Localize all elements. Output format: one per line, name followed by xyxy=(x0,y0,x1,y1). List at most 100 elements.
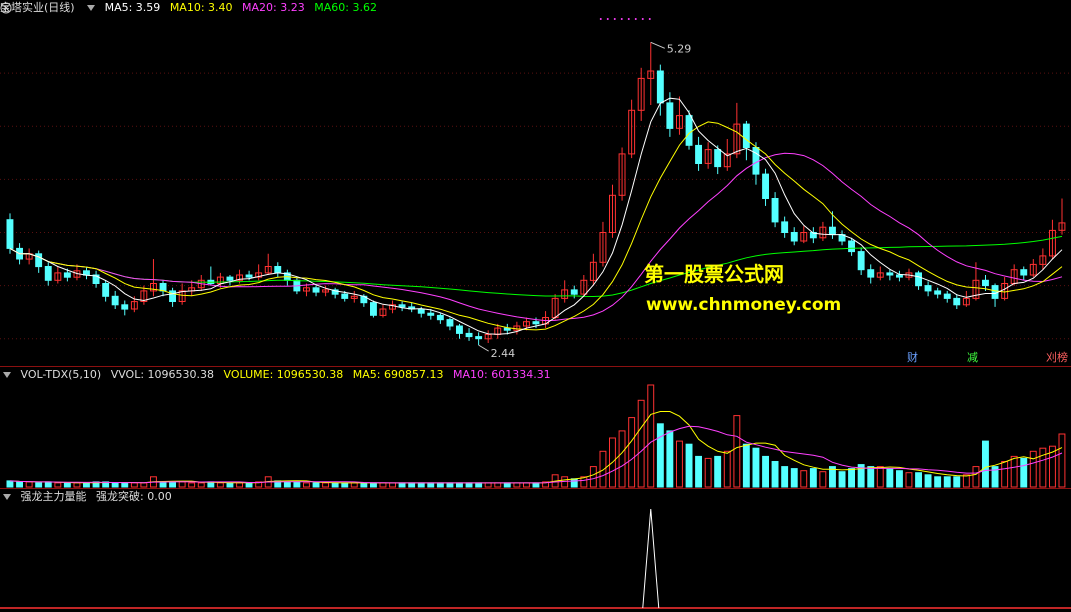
volume-bar-up xyxy=(494,482,502,488)
volume-bar-down xyxy=(790,468,798,488)
volume-bar-up xyxy=(972,466,980,488)
candle-down xyxy=(63,272,71,278)
volume-chart[interactable] xyxy=(0,367,1071,489)
volume-bar-up xyxy=(188,482,196,488)
candle-down xyxy=(685,115,693,146)
reduce-badge[interactable]: 减 xyxy=(965,351,980,365)
volume-bar-up xyxy=(513,482,521,488)
candle-down xyxy=(274,266,282,274)
candle-down xyxy=(762,173,769,200)
signal-dot xyxy=(641,18,644,20)
candle-down xyxy=(226,276,234,281)
candle-down xyxy=(159,283,167,292)
candle-down xyxy=(771,198,779,223)
candle-down xyxy=(465,332,473,338)
candle-down xyxy=(915,272,922,287)
volume-bar-up xyxy=(618,430,626,488)
volume-bar-down xyxy=(456,482,463,488)
price-chart[interactable]: 5.29 2.44 xyxy=(0,0,1071,366)
watermark-title: 第一股票公式网 xyxy=(644,262,784,286)
candle-down xyxy=(475,336,483,340)
indicator-chart[interactable] xyxy=(0,489,1071,611)
candle-down xyxy=(752,147,760,175)
candle-down xyxy=(857,251,865,271)
volume-bar-up xyxy=(484,482,492,488)
candle-down xyxy=(924,285,932,292)
volume-bar-down xyxy=(293,481,301,488)
volume-bar-up xyxy=(236,482,244,488)
volume-bar-up xyxy=(303,482,310,488)
volume-bar-down xyxy=(915,472,922,488)
volume-bar-up xyxy=(905,472,913,488)
candle-down xyxy=(436,314,444,321)
volume-bar-up xyxy=(962,474,970,488)
candle-down xyxy=(714,149,722,168)
delist-badge[interactable]: 刈榜 xyxy=(1044,351,1070,365)
volume-bar-down xyxy=(742,443,750,488)
candle-down xyxy=(44,266,52,281)
volume-bar-down xyxy=(695,455,702,488)
candle-down xyxy=(503,327,511,331)
candle-down xyxy=(982,279,989,287)
volume-bar-down xyxy=(752,447,760,488)
volume-bar-up xyxy=(876,466,884,488)
volume-bar-up xyxy=(1001,461,1009,488)
volume-bar-down xyxy=(714,455,722,488)
volume-bar-up xyxy=(322,482,330,488)
volume-bar-down xyxy=(666,430,674,488)
volume-bar-down xyxy=(427,482,435,488)
signal-dot xyxy=(599,18,602,20)
volume-bar-up xyxy=(723,450,731,488)
volume-bar-up xyxy=(140,482,148,488)
finance-badge[interactable]: 财 xyxy=(905,351,920,365)
low-price-label: 2.44 xyxy=(491,347,515,360)
volume-bar-down xyxy=(867,466,875,488)
volume-bar-down xyxy=(685,443,693,488)
volume-bar-down xyxy=(465,482,473,488)
volume-bar-down xyxy=(982,440,989,488)
candle-down xyxy=(943,293,951,299)
volume-bar-up xyxy=(197,482,205,488)
volume-bar-down xyxy=(943,476,951,488)
volume-bar-down xyxy=(245,482,253,488)
high-price-label: 5.29 xyxy=(667,42,692,55)
candle-down xyxy=(666,102,674,129)
volume-bar-up xyxy=(704,457,712,488)
volume-bar-up xyxy=(130,482,138,488)
candle-down xyxy=(102,283,110,297)
volume-bar-down xyxy=(35,482,43,488)
volume-bar-down xyxy=(417,482,425,488)
volume-bar-up xyxy=(647,384,655,488)
volume-bar-down xyxy=(83,482,90,488)
volume-bar-up xyxy=(54,482,62,488)
volume-bar-down xyxy=(44,481,52,488)
candle-down xyxy=(886,272,894,276)
volume-bar-down xyxy=(475,482,483,488)
ma5-line xyxy=(9,97,1063,335)
candle-down xyxy=(781,221,789,233)
volume-bar-down xyxy=(570,478,578,488)
vol-ma5-line xyxy=(9,411,1063,484)
candle-down xyxy=(446,319,454,327)
volume-bar-up xyxy=(1058,433,1066,488)
candle-down xyxy=(417,308,425,314)
candle-down xyxy=(370,302,377,316)
volume-bar-down xyxy=(924,474,932,488)
volume-bar-down xyxy=(408,482,416,488)
volume-bar-down xyxy=(436,482,444,488)
volume-bar-down xyxy=(63,482,71,488)
volume-bar-down xyxy=(121,482,129,488)
signal-dot xyxy=(627,18,630,20)
volume-bar-down xyxy=(934,476,942,488)
volume-bar-down xyxy=(226,482,234,488)
candle-down xyxy=(398,304,406,308)
signal-dot xyxy=(613,18,616,20)
volume-bar-down xyxy=(503,482,511,488)
volume-bar-up xyxy=(73,482,81,488)
volume-bar-down xyxy=(809,468,817,488)
volume-bar-down xyxy=(169,481,177,488)
signal-dot xyxy=(634,18,637,20)
candle-down xyxy=(742,123,750,148)
candle-down xyxy=(848,240,855,253)
volume-bar-down xyxy=(771,461,779,488)
